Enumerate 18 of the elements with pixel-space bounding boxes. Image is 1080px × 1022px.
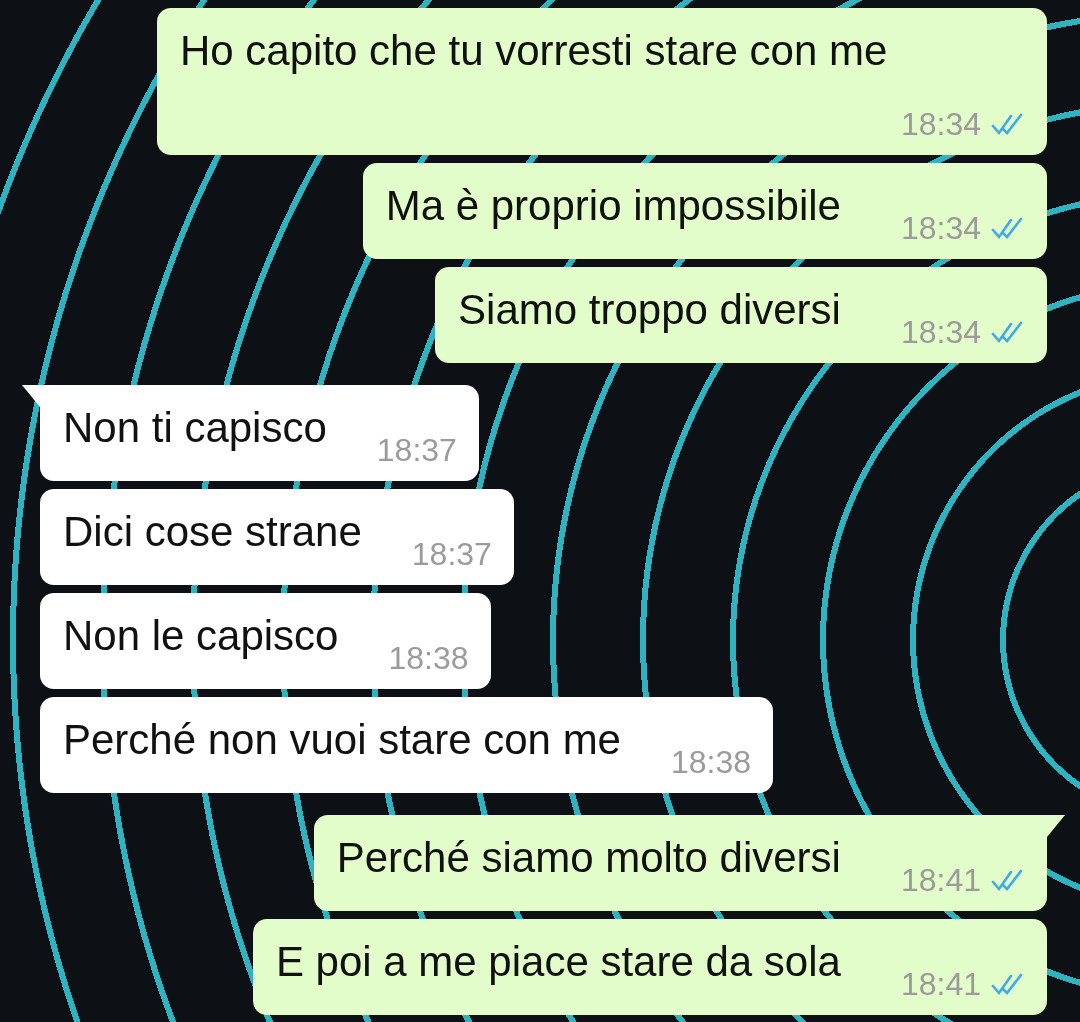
message-text: Perché siamo molto diversi [336,833,841,883]
message-text: Non le capisco [63,611,339,661]
message-time: 18:37 [411,536,492,573]
message-text: Ma è proprio impossibile [385,181,841,231]
message-time: 18:34 [900,106,981,143]
message-time: 18:34 [900,210,981,247]
message-text: Ho capito che tu vorresti stare con me [180,26,888,76]
message-time: 18:37 [376,432,457,469]
message-text: Non ti capisco [63,403,327,453]
message-time: 18:34 [900,314,981,351]
message-text: Siamo troppo diversi [458,285,841,335]
message-text: E poi a me piace stare da sola [275,937,841,987]
message-time: 18:41 [900,862,981,899]
message-time: 18:38 [671,744,752,781]
message-text: Perché non vuoi stare con me [63,715,621,765]
message-time: 18:41 [900,966,981,1003]
message-text: Dici cose strane [63,507,362,557]
message-time: 18:38 [388,640,469,677]
